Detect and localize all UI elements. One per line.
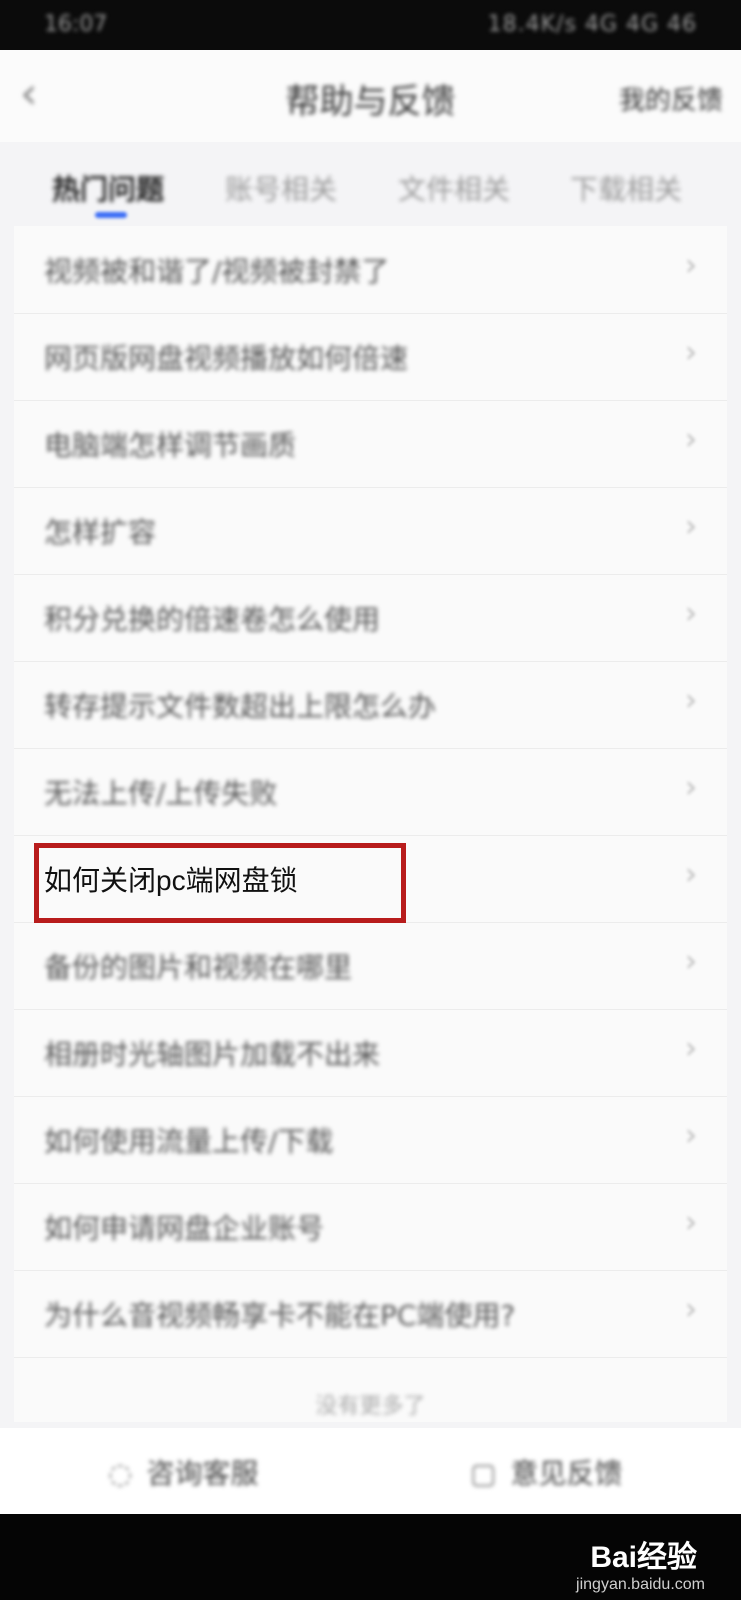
list-item-label: 网页版网盘视频播放如何倍速 xyxy=(44,342,409,375)
list-item-label: 如何使用流量上传/下载 xyxy=(44,1125,334,1158)
edit-icon: ▢ xyxy=(470,1457,497,1490)
list-item[interactable]: 备份的图片和视频在哪里 › xyxy=(14,922,727,1010)
status-time: 16:07 xyxy=(44,12,108,37)
list-item[interactable]: 转存提示文件数超出上限怎么办 › xyxy=(14,661,727,749)
system-nav-bar: Bai经验 jingyan.baidu.com xyxy=(0,1514,741,1600)
question-list: 视频被和谐了/视频被封禁了 › 网页版网盘视频播放如何倍速 › 电脑端怎样调节画… xyxy=(14,226,727,1422)
tab-active-indicator xyxy=(95,212,127,218)
watermark-logo: Bai经验 xyxy=(590,1541,697,1574)
consult-label: 咨询客服 xyxy=(146,1457,259,1490)
bottom-bar: ◌ 咨询客服 ▢ 意见反馈 xyxy=(0,1428,741,1514)
status-bar: 16:07 18.4K/s 4G 4G 46 xyxy=(0,0,741,50)
tab-hot-questions[interactable]: 热门问题 xyxy=(52,168,164,208)
list-item-label: 无法上传/上传失败 xyxy=(44,777,278,810)
list-item[interactable]: 为什么音视频畅享卡不能在PC端使用? › xyxy=(14,1270,727,1358)
tab-files[interactable]: 文件相关 xyxy=(398,168,510,208)
list-item-label: 转存提示文件数超出上限怎么办 xyxy=(44,690,437,723)
list-item-label: 积分兑换的倍速卷怎么使用 xyxy=(44,603,381,636)
list-item-label: 怎样扩容 xyxy=(44,516,157,549)
headset-icon: ◌ xyxy=(108,1457,133,1490)
feedback-label: 意见反馈 xyxy=(510,1457,623,1490)
chevron-right-icon: › xyxy=(685,1292,697,1327)
status-indicators: 18.4K/s 4G 4G 46 xyxy=(487,12,697,37)
tab-download[interactable]: 下载相关 xyxy=(570,168,682,208)
list-item-label: 备份的图片和视频在哪里 xyxy=(44,951,353,984)
list-item[interactable]: 如何申请网盘企业账号 › xyxy=(14,1183,727,1271)
highlight-annotation-box xyxy=(34,843,406,923)
end-of-list-note: 没有更多了 xyxy=(315,1394,426,1419)
feedback-button[interactable]: ▢ 意见反馈 xyxy=(470,1452,622,1492)
list-item-label: 如何申请网盘企业账号 xyxy=(44,1212,325,1245)
chevron-right-icon: › xyxy=(685,248,697,283)
list-item[interactable]: 相册时光轴图片加载不出来 › xyxy=(14,1009,727,1097)
chevron-right-icon: › xyxy=(685,683,697,718)
chevron-right-icon: › xyxy=(685,857,697,892)
chevron-right-icon: › xyxy=(685,944,697,979)
list-item-label: 为什么音视频畅享卡不能在PC端使用? xyxy=(44,1299,516,1332)
chevron-right-icon: › xyxy=(685,1118,697,1153)
chevron-right-icon: › xyxy=(685,509,697,544)
list-item-label: 相册时光轴图片加载不出来 xyxy=(44,1038,381,1071)
list-item[interactable]: 视频被和谐了/视频被封禁了 › xyxy=(14,226,727,314)
chevron-right-icon: › xyxy=(685,422,697,457)
chevron-right-icon: › xyxy=(685,1031,697,1066)
chevron-right-icon: › xyxy=(685,770,697,805)
list-item[interactable]: 网页版网盘视频播放如何倍速 › xyxy=(14,313,727,401)
list-item[interactable]: 无法上传/上传失败 › xyxy=(14,748,727,836)
list-item[interactable]: 电脑端怎样调节画质 › xyxy=(14,400,727,488)
tab-account[interactable]: 账号相关 xyxy=(225,168,337,208)
header: ‹ 帮助与反馈 我的反馈 xyxy=(0,50,741,142)
watermark-url: jingyan.baidu.com xyxy=(576,1576,705,1593)
list-item[interactable]: 如何使用流量上传/下载 › xyxy=(14,1096,727,1184)
chevron-right-icon: › xyxy=(685,596,697,631)
list-item-label: 电脑端怎样调节画质 xyxy=(44,429,297,462)
chevron-right-icon: › xyxy=(685,1205,697,1240)
tab-bar: 热门问题 账号相关 文件相关 下载相关 xyxy=(0,142,741,226)
consult-service-button[interactable]: ◌ 咨询客服 xyxy=(108,1452,258,1492)
my-feedback-button[interactable]: 我的反馈 xyxy=(619,80,723,117)
list-item[interactable]: 积分兑换的倍速卷怎么使用 › xyxy=(14,574,727,662)
list-item[interactable]: 怎样扩容 › xyxy=(14,487,727,575)
chevron-right-icon: › xyxy=(685,335,697,370)
list-item-label: 视频被和谐了/视频被封禁了 xyxy=(44,255,390,288)
